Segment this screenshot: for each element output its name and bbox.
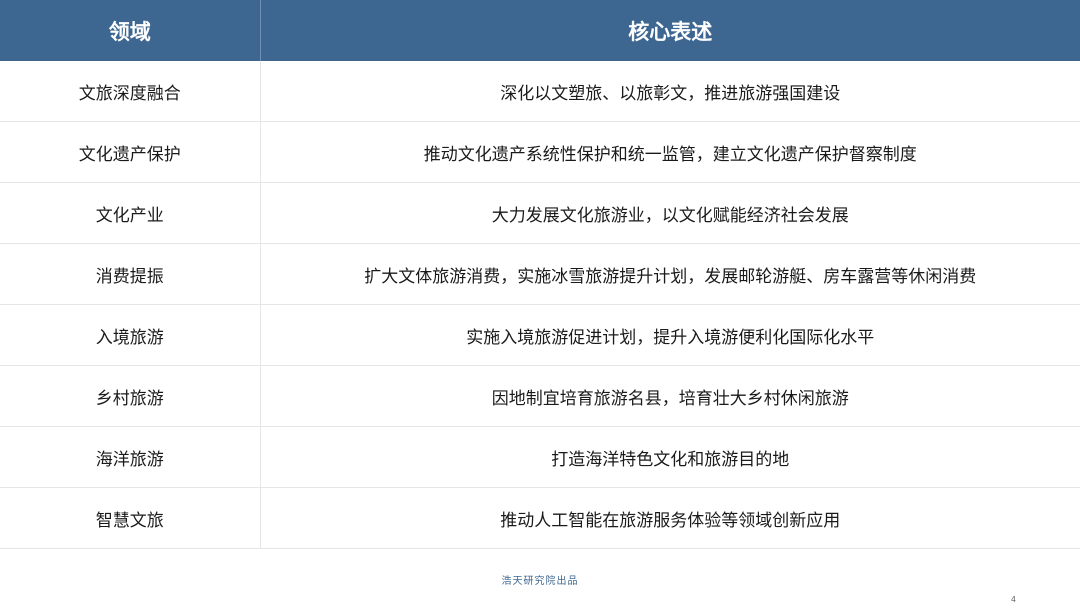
cell-statement: 大力发展文化旅游业，以文化赋能经济社会发展 [260,182,1080,244]
slide-page: 领域 核心表述 文旅深度融合 深化以文塑旅、以旅彰文，推进旅游强国建设 文化遗产… [0,0,1080,608]
table-row: 入境旅游 实施入境旅游促进计划，提升入境游便利化国际化水平 [0,304,1080,366]
cell-field: 文化产业 [0,182,261,244]
cell-field: 乡村旅游 [0,365,261,427]
cell-statement: 扩大文体旅游消费，实施冰雪旅游提升计划，发展邮轮游艇、房车露营等休闲消费 [260,243,1080,305]
table-row: 消费提振 扩大文体旅游消费，实施冰雪旅游提升计划，发展邮轮游艇、房车露营等休闲消… [0,243,1080,305]
table-row: 海洋旅游 打造海洋特色文化和旅游目的地 [0,426,1080,488]
policy-table: 领域 核心表述 文旅深度融合 深化以文塑旅、以旅彰文，推进旅游强国建设 文化遗产… [0,0,1080,549]
cell-statement: 实施入境旅游促进计划，提升入境游便利化国际化水平 [260,304,1080,366]
table-row: 文化产业 大力发展文化旅游业，以文化赋能经济社会发展 [0,182,1080,244]
table-header: 领域 核心表述 [0,0,1080,61]
cell-field: 入境旅游 [0,304,261,366]
page-number: 4 [1010,595,1016,604]
cell-statement: 因地制宜培育旅游名县，培育壮大乡村休闲旅游 [260,365,1080,427]
footer-credit: 浩天研究院出品 [501,576,579,587]
cell-statement: 推动人工智能在旅游服务体验等领域创新应用 [260,487,1080,549]
cell-statement: 打造海洋特色文化和旅游目的地 [260,426,1080,488]
header-field: 领域 [0,0,261,61]
header-statement: 核心表述 [260,0,1080,61]
table-row: 乡村旅游 因地制宜培育旅游名县，培育壮大乡村休闲旅游 [0,365,1080,427]
table-row: 文化遗产保护 推动文化遗产系统性保护和统一监管，建立文化遗产保护督察制度 [0,121,1080,183]
header-row: 领域 核心表述 [0,0,1080,61]
table-body: 文旅深度融合 深化以文塑旅、以旅彰文，推进旅游强国建设 文化遗产保护 推动文化遗… [0,61,1080,549]
cell-field: 文化遗产保护 [0,121,261,183]
cell-field: 智慧文旅 [0,487,261,549]
cell-field: 消费提振 [0,243,261,305]
cell-field: 文旅深度融合 [0,61,261,122]
cell-statement: 深化以文塑旅、以旅彰文，推进旅游强国建设 [260,61,1080,122]
table-row: 文旅深度融合 深化以文塑旅、以旅彰文，推进旅游强国建设 [0,61,1080,122]
cell-field: 海洋旅游 [0,426,261,488]
cell-statement: 推动文化遗产系统性保护和统一监管，建立文化遗产保护督察制度 [260,121,1080,183]
table-row: 智慧文旅 推动人工智能在旅游服务体验等领域创新应用 [0,487,1080,549]
